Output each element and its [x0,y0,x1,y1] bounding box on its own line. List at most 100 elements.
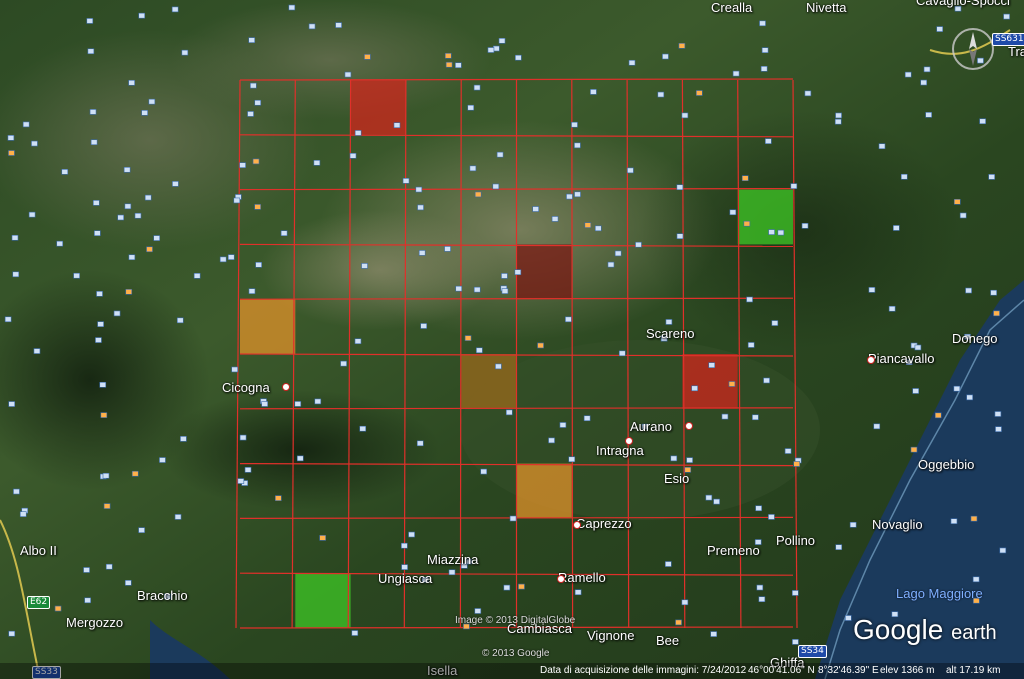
photo-marker-icon[interactable] [124,580,132,586]
photo-marker-icon[interactable] [402,178,410,184]
photo-marker-icon[interactable] [8,150,15,156]
photo-marker-icon[interactable] [627,167,634,174]
photo-marker-icon[interactable] [445,61,453,68]
photo-marker-icon[interactable] [950,518,958,524]
photo-marker-icon[interactable] [995,426,1002,432]
photo-marker-icon[interactable] [594,225,602,232]
photo-marker-icon[interactable] [288,4,296,11]
photo-marker-icon[interactable] [96,291,103,297]
photo-marker-icon[interactable] [849,521,857,528]
photo-marker-icon[interactable] [845,615,852,621]
photo-marker-icon[interactable] [7,135,15,141]
photo-marker-icon[interactable] [125,289,133,295]
photo-marker-icon[interactable] [219,256,227,263]
photo-marker-icon[interactable] [756,584,764,591]
photo-marker-icon[interactable] [953,198,961,205]
photo-marker-icon[interactable] [444,52,452,59]
photo-marker-icon[interactable] [261,401,268,407]
photo-marker-icon[interactable] [22,121,30,128]
photo-marker-icon[interactable] [476,347,483,354]
photo-marker-icon[interactable] [965,287,972,294]
photo-marker-icon[interactable] [351,630,359,636]
photo-marker-icon[interactable] [755,505,762,512]
photo-marker-icon[interactable] [444,246,451,252]
photo-marker-icon[interactable] [993,310,1000,317]
photo-marker-icon[interactable] [467,104,475,111]
photo-marker-icon[interactable] [252,158,260,165]
photo-marker-icon[interactable] [923,66,931,73]
photo-marker-icon[interactable] [247,111,254,117]
photo-marker-icon[interactable] [319,535,326,541]
photo-marker-icon[interactable] [966,394,973,401]
photo-marker-icon[interactable] [768,514,775,520]
photo-marker-icon[interactable] [417,204,424,211]
photo-marker-icon[interactable] [590,89,597,95]
photo-marker-icon[interactable] [487,47,495,53]
photo-marker-icon[interactable] [1003,13,1010,20]
photo-marker-icon[interactable] [501,273,508,279]
photo-marker-icon[interactable] [925,112,932,118]
photo-marker-icon[interactable] [729,209,737,216]
photo-marker-icon[interactable] [713,498,720,505]
photo-marker-icon[interactable] [970,515,978,522]
photo-marker-icon[interactable] [505,409,513,416]
photo-marker-icon[interactable] [31,140,38,147]
photo-marker-icon[interactable] [768,229,775,235]
photo-marker-icon[interactable] [686,457,693,463]
photo-marker-icon[interactable] [455,62,462,69]
photo-marker-icon[interactable] [518,583,525,590]
photo-marker-icon[interactable] [102,472,110,479]
photo-marker-icon[interactable] [665,561,672,567]
photo-marker-icon[interactable] [172,181,179,187]
photo-marker-icon[interactable] [936,26,944,32]
photo-marker-icon[interactable] [515,54,522,61]
photo-marker-icon[interactable] [401,542,408,549]
photo-marker-icon[interactable] [128,254,136,261]
photo-marker-icon[interactable] [248,288,256,294]
photo-marker-icon[interactable] [501,288,509,294]
photo-marker-icon[interactable] [99,381,107,388]
photo-marker-icon[interactable] [994,411,1002,417]
photo-marker-icon[interactable] [990,289,997,296]
photo-marker-icon[interactable] [801,223,809,229]
photo-marker-icon[interactable] [176,317,184,324]
photo-marker-icon[interactable] [763,377,770,384]
photo-marker-icon[interactable] [914,344,922,351]
photo-marker-icon[interactable] [746,296,753,303]
photo-marker-icon[interactable] [420,323,427,329]
photo-marker-icon[interactable] [999,547,1007,554]
photo-marker-icon[interactable] [635,241,642,248]
photo-marker-icon[interactable] [90,139,98,146]
photo-marker-icon[interactable] [280,230,288,237]
photo-marker-icon[interactable] [100,412,108,418]
photo-marker-icon[interactable] [231,366,238,373]
photo-marker-icon[interactable] [532,206,539,212]
photo-marker-icon[interactable] [359,425,367,432]
photo-marker-icon[interactable] [835,112,842,119]
photo-marker-icon[interactable] [732,70,740,77]
photo-marker-icon[interactable] [61,169,69,175]
photo-marker-icon[interactable] [244,467,252,473]
photo-marker-icon[interactable] [953,385,961,392]
photo-marker-icon[interactable] [340,360,347,367]
photo-marker-icon[interactable] [728,381,736,387]
photo-marker-icon[interactable] [153,235,161,241]
photo-marker-icon[interactable] [771,320,779,326]
photo-marker-icon[interactable] [793,461,800,467]
photo-marker-icon[interactable] [583,415,591,422]
photo-marker-icon[interactable] [344,71,352,78]
photo-marker-icon[interactable] [138,527,145,533]
photo-marker-icon[interactable] [92,200,100,206]
photo-marker-icon[interactable] [670,455,678,462]
photo-marker-icon[interactable] [681,599,689,606]
photo-marker-icon[interactable] [705,494,713,501]
photo-marker-icon[interactable] [275,495,282,501]
photo-marker-icon[interactable] [227,254,235,260]
photo-marker-icon[interactable] [868,287,876,293]
photo-marker-icon[interactable] [888,305,896,312]
photo-marker-icon[interactable] [294,401,302,407]
photo-marker-icon[interactable] [148,98,156,105]
grid-cell-orange[interactable] [240,299,296,354]
photo-marker-icon[interactable] [239,434,247,441]
photo-marker-icon[interactable] [11,234,19,241]
